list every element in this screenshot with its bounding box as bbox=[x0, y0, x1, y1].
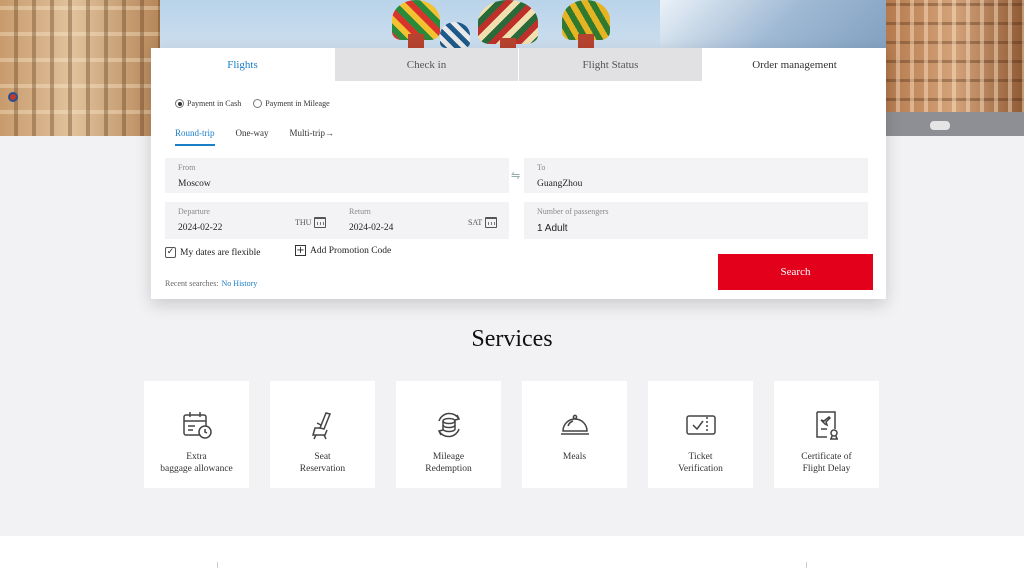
tab-check-in[interactable]: Check in bbox=[334, 48, 518, 81]
recent-searches-link[interactable]: No History bbox=[222, 279, 258, 288]
dates-field: Departure 2024-02-22 THU Return 2024-02-… bbox=[165, 202, 509, 239]
hero-road bbox=[886, 112, 1024, 136]
payment-mileage-label: Payment in Mileage bbox=[265, 99, 330, 108]
service-label-line1: Meals bbox=[562, 452, 587, 462]
service-label: Mileage Redemption bbox=[425, 451, 471, 475]
payment-cash-radio[interactable]: Payment in Cash bbox=[175, 99, 241, 108]
service-ticket-verification[interactable]: Ticket Verification bbox=[648, 381, 753, 488]
passengers-field[interactable]: Number of passengers 1 Adult bbox=[524, 202, 868, 239]
flexible-dates-label: My dates are flexible bbox=[180, 247, 261, 258]
service-flight-delay-certificate[interactable]: Certificate of Flight Delay bbox=[774, 381, 879, 488]
to-value: GuangZhou bbox=[537, 179, 583, 189]
calendar-icon bbox=[485, 217, 498, 228]
checkmark-icon: ✓ bbox=[165, 247, 176, 258]
from-value: Moscow bbox=[178, 179, 211, 189]
search-button[interactable]: Search bbox=[718, 254, 873, 290]
payment-mileage-radio[interactable]: Payment in Mileage bbox=[253, 99, 330, 108]
to-label: To bbox=[537, 163, 546, 172]
service-label-line1: Ticket bbox=[688, 452, 713, 462]
radio-selected-icon bbox=[175, 99, 184, 108]
hero-building-left bbox=[0, 0, 160, 136]
cathedral-dome bbox=[440, 22, 470, 48]
swap-icon[interactable]: ⇋ bbox=[511, 169, 520, 182]
trip-multi-trip[interactable]: Multi-trip→ bbox=[290, 128, 335, 146]
trip-round-trip[interactable]: Round-trip bbox=[175, 128, 215, 146]
service-label-line2: Reservation bbox=[299, 464, 346, 474]
ticket-check-icon bbox=[685, 409, 717, 441]
trip-type-tabs: Round-trip One-way Multi-trip→ bbox=[175, 128, 334, 146]
return-label: Return bbox=[349, 207, 371, 216]
return-date[interactable]: Return 2024-02-24 bbox=[349, 207, 393, 233]
baggage-calendar-icon bbox=[181, 409, 213, 441]
service-label: Meals bbox=[563, 451, 586, 463]
return-calendar-button[interactable]: SAT bbox=[468, 217, 498, 228]
services-title: Services bbox=[471, 326, 553, 352]
seat-icon bbox=[307, 409, 339, 441]
service-label-line1: Seat bbox=[314, 452, 331, 462]
from-field[interactable]: From Moscow bbox=[165, 158, 509, 193]
radio-unselected-icon bbox=[253, 99, 263, 108]
service-label-line1: Mileage bbox=[432, 452, 465, 462]
departure-calendar-button[interactable]: THU bbox=[295, 217, 327, 228]
service-label-line2: Redemption bbox=[425, 464, 472, 474]
service-seat-reservation[interactable]: Seat Reservation bbox=[270, 381, 375, 488]
service-label-line2: Verification bbox=[678, 464, 723, 474]
cloche-icon bbox=[559, 409, 591, 441]
footer-divider bbox=[806, 562, 807, 568]
calendar-icon bbox=[314, 217, 327, 228]
service-label-line1: Certificate of bbox=[801, 452, 852, 462]
departure-label: Departure bbox=[178, 207, 210, 216]
service-label-line1: Extra bbox=[186, 452, 207, 462]
footer-band bbox=[0, 536, 1024, 568]
departure-value: 2024-02-22 bbox=[178, 223, 223, 233]
service-meals[interactable]: Meals bbox=[522, 381, 627, 488]
service-extra-baggage[interactable]: Extra baggage allowance bbox=[144, 381, 249, 488]
booking-card: Flights Check in Flight Status Order man… bbox=[151, 48, 886, 299]
tab-order-management[interactable]: Order management bbox=[702, 48, 886, 81]
return-weekday: SAT bbox=[468, 218, 483, 227]
plus-icon: + bbox=[295, 244, 306, 256]
payment-cash-label: Payment in Cash bbox=[187, 99, 242, 108]
service-mileage-redemption[interactable]: Mileage Redemption bbox=[396, 381, 501, 488]
to-field[interactable]: To GuangZhou bbox=[524, 158, 868, 193]
passengers-label: Number of passengers bbox=[537, 207, 609, 216]
services-row: Extra baggage allowance Seat Reservation bbox=[144, 381, 879, 488]
from-label: From bbox=[178, 163, 196, 172]
service-label: Ticket Verification bbox=[678, 451, 723, 475]
coins-cycle-icon bbox=[433, 409, 465, 441]
add-promotion-code[interactable]: + Add Promotion Code bbox=[295, 245, 391, 256]
flexible-dates-checkbox[interactable]: ✓ My dates are flexible bbox=[165, 247, 260, 258]
tab-flight-status[interactable]: Flight Status bbox=[518, 48, 702, 81]
trip-one-way[interactable]: One-way bbox=[236, 128, 269, 146]
tab-flights[interactable]: Flights bbox=[151, 48, 334, 81]
certificate-icon bbox=[811, 409, 843, 441]
departure-weekday: THU bbox=[295, 218, 312, 227]
footer-divider bbox=[217, 562, 218, 568]
return-value: 2024-02-24 bbox=[349, 223, 394, 233]
booking-tabs: Flights Check in Flight Status Order man… bbox=[151, 48, 886, 81]
passengers-value: 1 Adult bbox=[537, 223, 568, 234]
departure-date[interactable]: Departure 2024-02-22 bbox=[178, 207, 222, 233]
car-icon bbox=[930, 121, 950, 130]
service-label-line2: Flight Delay bbox=[802, 464, 851, 474]
service-label: Extra baggage allowance bbox=[160, 451, 233, 475]
service-label: Certificate of Flight Delay bbox=[801, 451, 851, 475]
service-label: Seat Reservation bbox=[300, 451, 345, 475]
service-label-line2: baggage allowance bbox=[160, 464, 233, 474]
street-sign-icon bbox=[8, 92, 18, 102]
payment-options: Payment in Cash Payment in Mileage bbox=[175, 99, 330, 108]
recent-searches-label: Recent searches: bbox=[165, 279, 219, 288]
recent-searches: Recent searches: No History bbox=[165, 279, 257, 288]
promotion-code-label: Add Promotion Code bbox=[310, 245, 392, 256]
